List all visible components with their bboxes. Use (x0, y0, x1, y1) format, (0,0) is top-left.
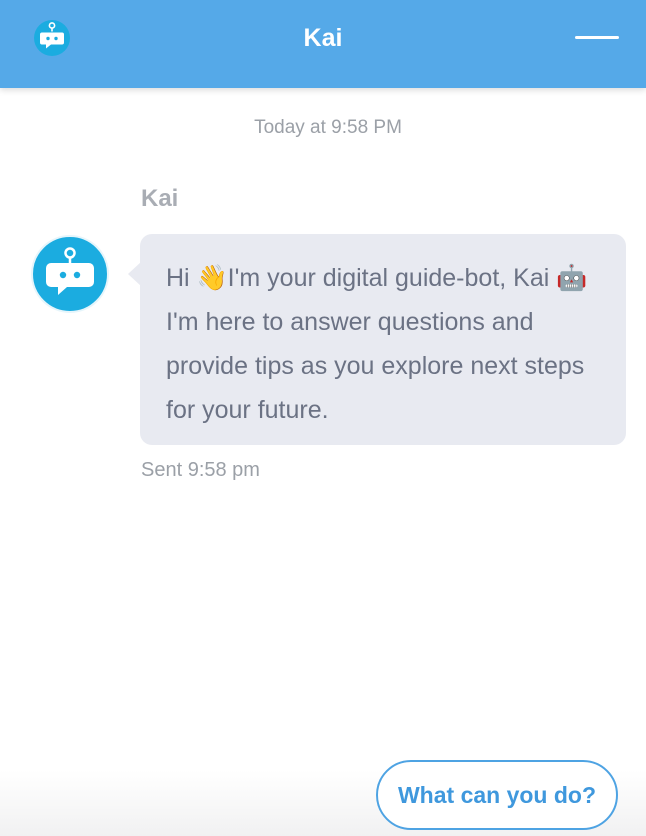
message-sender-name: Kai (141, 185, 179, 212)
minimize-button[interactable] (570, 22, 624, 52)
chat-header: Kai (0, 0, 646, 88)
message-sent-time: Sent 9:58 pm (141, 459, 260, 481)
chat-title: Kai (303, 24, 343, 52)
chatbot-icon (31, 235, 109, 313)
conversation-timestamp: Today at 9:58 PM (254, 117, 402, 138)
message-bubble: Hi 👋I'm your digital guide-bot, Kai 🤖I'm… (140, 234, 626, 445)
quick-reply-button[interactable]: What can you do? (376, 760, 618, 830)
chat-widget: Kai Today at 9:58 PM Kai Hi 👋I'm your di… (0, 0, 646, 836)
minimize-icon (575, 36, 619, 39)
